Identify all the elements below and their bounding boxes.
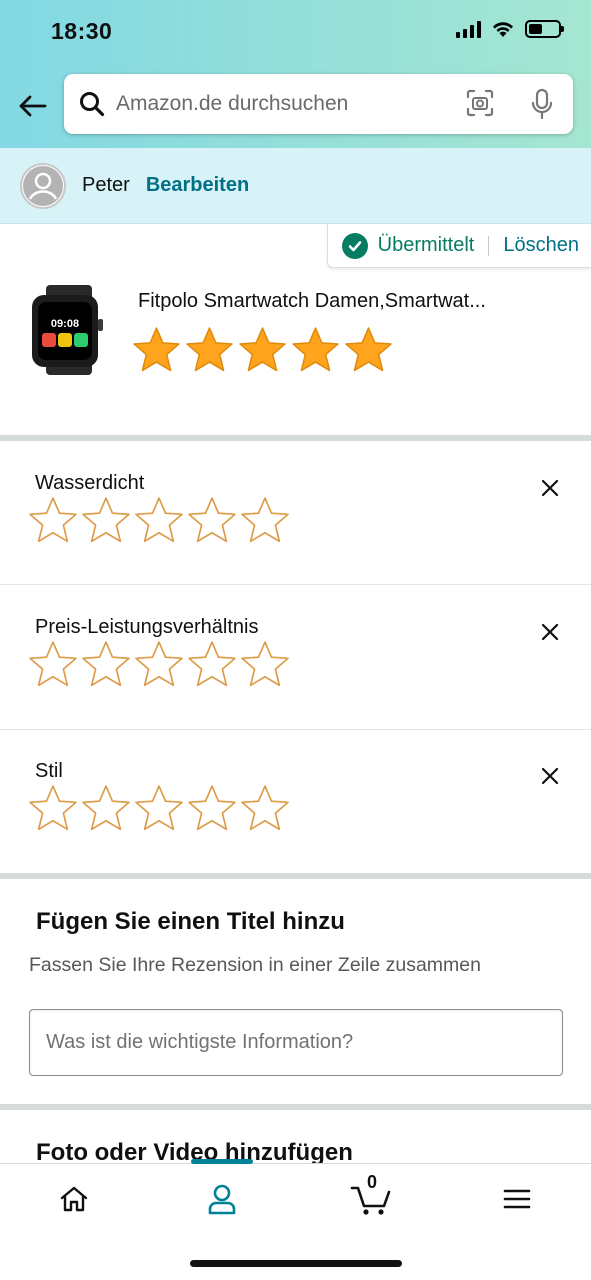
user-avatar-icon xyxy=(23,165,63,206)
star-empty-icon[interactable] xyxy=(28,496,78,546)
nav-account[interactable] xyxy=(192,1178,252,1220)
status-icons xyxy=(456,20,564,38)
search-input[interactable] xyxy=(116,92,446,116)
product-title: Fitpolo Smartwatch Damen,Smartwat... xyxy=(138,290,486,312)
cellular-signal-icon xyxy=(456,20,481,38)
attribute-stars[interactable] xyxy=(28,640,290,690)
close-icon[interactable] xyxy=(536,474,564,502)
product-image: 09:08 xyxy=(28,285,114,375)
submitted-status: Übermittelt xyxy=(377,234,475,256)
svg-text:09:08: 09:08 xyxy=(51,318,79,330)
section-divider xyxy=(0,435,591,441)
header: 18:30 xyxy=(0,0,591,148)
menu-icon xyxy=(503,1189,531,1209)
star-filled-icon[interactable] xyxy=(185,326,234,375)
star-empty-icon[interactable] xyxy=(134,640,184,690)
home-icon xyxy=(60,1186,88,1212)
star-empty-icon[interactable] xyxy=(240,784,290,834)
nav-cart[interactable]: 0 xyxy=(341,1172,401,1220)
star-empty-icon[interactable] xyxy=(240,496,290,546)
status-time: 18:30 xyxy=(51,18,113,44)
back-arrow-icon xyxy=(19,95,47,117)
section-divider xyxy=(0,1104,591,1110)
star-filled-icon[interactable] xyxy=(132,326,181,375)
edit-profile-link[interactable]: Bearbeiten xyxy=(146,174,249,197)
microphone-icon[interactable] xyxy=(529,88,555,125)
wifi-icon xyxy=(493,22,513,37)
star-empty-icon[interactable] xyxy=(187,496,237,546)
star-empty-icon[interactable] xyxy=(81,640,131,690)
check-circle-icon xyxy=(341,232,368,259)
star-empty-icon[interactable] xyxy=(28,784,78,834)
attribute-label: Preis-Leistungsverhältnis xyxy=(35,616,259,638)
account-icon xyxy=(208,1184,236,1215)
star-filled-icon[interactable] xyxy=(291,326,340,375)
star-empty-icon[interactable] xyxy=(81,784,131,834)
camera-scan-icon[interactable] xyxy=(465,88,495,123)
star-empty-icon[interactable] xyxy=(187,784,237,834)
attribute-label: Stil xyxy=(35,760,63,782)
home-indicator xyxy=(190,1260,402,1267)
review-title-input[interactable] xyxy=(29,1009,563,1076)
nav-home[interactable] xyxy=(44,1178,104,1220)
divider xyxy=(0,729,591,730)
star-empty-icon[interactable] xyxy=(134,784,184,834)
close-icon[interactable] xyxy=(536,618,564,646)
star-empty-icon[interactable] xyxy=(81,496,131,546)
star-empty-icon[interactable] xyxy=(240,640,290,690)
review-status-box: Übermittelt Löschen xyxy=(326,224,591,268)
star-empty-icon[interactable] xyxy=(28,640,78,690)
profile-name: Peter xyxy=(82,174,130,196)
star-filled-icon[interactable] xyxy=(344,326,393,375)
attribute-stars[interactable] xyxy=(28,496,290,546)
title-section-subtitle: Fassen Sie Ihre Rezension in einer Zeile… xyxy=(29,954,481,976)
search-bar[interactable] xyxy=(64,74,573,134)
attribute-label: Wasserdicht xyxy=(35,472,145,494)
attribute-stars[interactable] xyxy=(28,784,290,834)
star-empty-icon[interactable] xyxy=(134,496,184,546)
avatar xyxy=(20,162,66,209)
battery-icon xyxy=(525,20,564,38)
cart-count: 0 xyxy=(366,1172,377,1192)
divider xyxy=(0,584,591,585)
title-section-heading: Fügen Sie einen Titel hinzu xyxy=(36,908,345,935)
divider xyxy=(488,235,490,256)
overall-rating-stars[interactable] xyxy=(132,326,393,375)
close-icon[interactable] xyxy=(536,762,564,790)
profile-row: Peter Bearbeiten xyxy=(0,148,591,224)
star-filled-icon[interactable] xyxy=(238,326,287,375)
section-divider xyxy=(0,873,591,879)
star-empty-icon[interactable] xyxy=(187,640,237,690)
active-tab-indicator xyxy=(191,1159,253,1164)
nav-menu[interactable] xyxy=(487,1178,547,1220)
back-button[interactable] xyxy=(14,88,50,124)
delete-review-link[interactable]: Löschen xyxy=(503,234,579,257)
search-icon[interactable] xyxy=(78,90,106,118)
